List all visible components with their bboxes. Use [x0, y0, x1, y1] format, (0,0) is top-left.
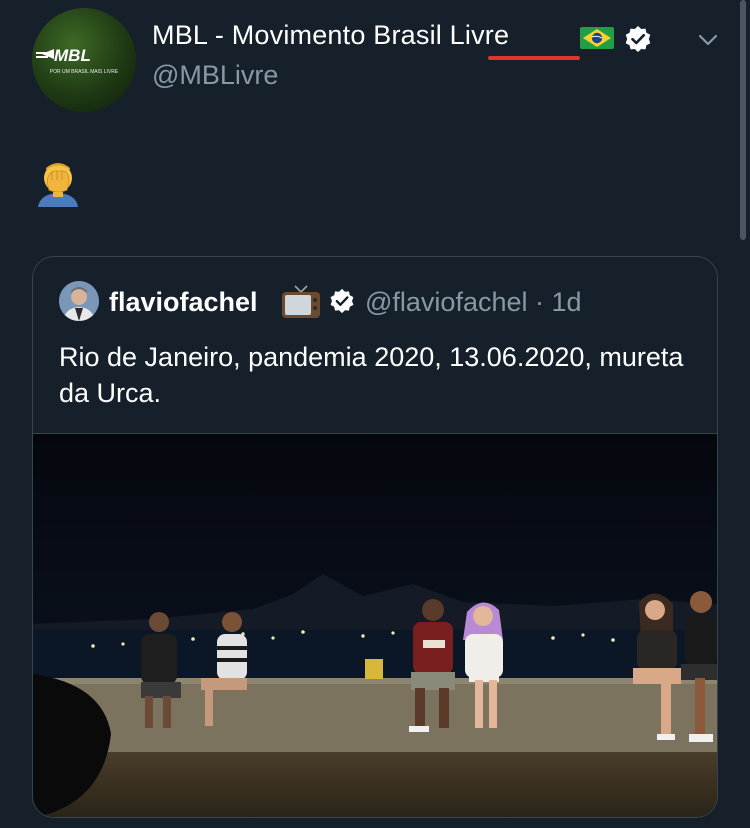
- scrollbar[interactable]: [740, 0, 746, 240]
- quoted-tweet-card[interactable]: flaviofachel @flaviofachel · 1d Rio de J…: [32, 256, 718, 818]
- quoted-user-avatar[interactable]: [59, 281, 99, 321]
- person-avatar-icon: [59, 281, 99, 321]
- chevron-down-icon[interactable]: [694, 26, 722, 54]
- brazil-flag-icon: [580, 27, 614, 49]
- quoted-display-name[interactable]: flaviofachel: [109, 287, 258, 318]
- avatar-logo-text: MBL: [54, 46, 91, 65]
- verified-badge-icon: [625, 26, 651, 52]
- tweet-handle[interactable]: @MBLivre: [152, 60, 278, 91]
- television-emoji-icon: [282, 285, 320, 318]
- face-palm-emoji-icon: [38, 163, 78, 207]
- verified-badge-icon: [330, 288, 354, 314]
- quoted-handle-and-time[interactable]: @flaviofachel · 1d: [365, 287, 582, 318]
- night-photo-image: [33, 434, 717, 817]
- mbl-avatar[interactable]: MBL POR UM BRASIL MAIS LIVRE: [32, 8, 136, 112]
- avatar-tagline: POR UM BRASIL MAIS LIVRE: [50, 69, 119, 75]
- tweet-display-name[interactable]: MBL - Movimento Brasil Livre: [152, 20, 509, 51]
- red-underline-annotation: [488, 56, 580, 60]
- mbl-logo-icon: MBL POR UM BRASIL MAIS LIVRE: [36, 46, 119, 75]
- quoted-tweet-media[interactable]: [33, 433, 717, 817]
- quoted-tweet-text: Rio de Janeiro, pandemia 2020, 13.06.202…: [59, 342, 684, 408]
